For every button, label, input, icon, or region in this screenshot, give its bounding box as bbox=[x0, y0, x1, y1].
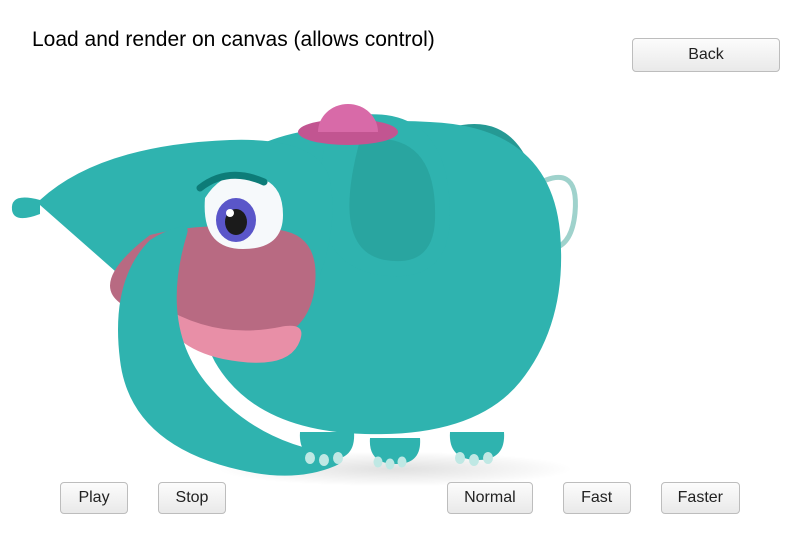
faster-speed-button[interactable]: Faster bbox=[661, 482, 740, 514]
page-title: Load and render on canvas (allows contro… bbox=[32, 28, 435, 52]
back-button[interactable]: Back bbox=[632, 38, 780, 72]
elephant-illustration bbox=[0, 80, 800, 480]
controls-bar: Play Stop Normal Fast Faster bbox=[60, 482, 740, 514]
fast-speed-button[interactable]: Fast bbox=[563, 482, 631, 514]
play-button[interactable]: Play bbox=[60, 482, 128, 514]
canvas-area bbox=[0, 80, 800, 480]
stop-button[interactable]: Stop bbox=[158, 482, 226, 514]
normal-speed-button[interactable]: Normal bbox=[447, 482, 533, 514]
